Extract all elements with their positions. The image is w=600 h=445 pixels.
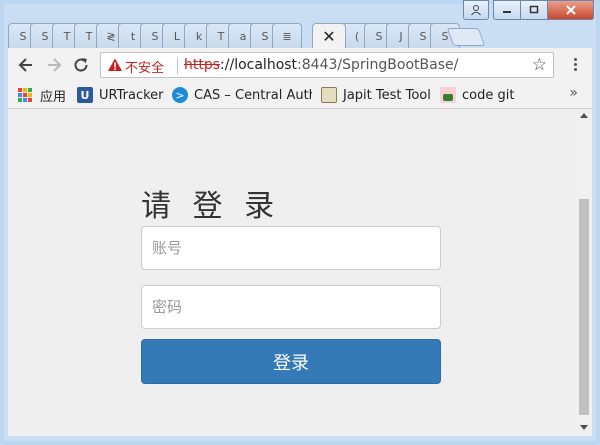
tab-strip: S S T T ≷ t S L k T a S ≣ ✕ ( S J S S bbox=[8, 20, 568, 48]
scroll-up-arrow-icon[interactable] bbox=[580, 113, 588, 118]
scroll-down-arrow-icon[interactable] bbox=[580, 425, 588, 430]
tab-label: a bbox=[239, 29, 247, 43]
tab-label: S bbox=[151, 29, 159, 43]
tab-label: T bbox=[217, 29, 225, 43]
git-icon bbox=[440, 87, 456, 103]
browser-menu-button[interactable] bbox=[568, 56, 582, 76]
tab-label: S bbox=[41, 29, 49, 43]
bookmark-label: CAS – Central Authe bbox=[194, 87, 312, 103]
not-secure-label[interactable]: 不安全 bbox=[125, 57, 164, 76]
warning-icon bbox=[108, 58, 122, 71]
address-bar[interactable]: 不安全 https://localhost:8443/SpringBootBas… bbox=[100, 52, 554, 78]
bookmark-label: Japit Test Tool bbox=[343, 87, 431, 103]
password-input[interactable] bbox=[141, 285, 441, 329]
user-icon bbox=[471, 5, 481, 16]
close-window-button[interactable] bbox=[548, 0, 594, 20]
more-bookmarks-chevron-icon[interactable]: » bbox=[569, 85, 578, 101]
bookmark-codegit[interactable]: code git bbox=[440, 86, 514, 104]
bookmark-japit[interactable]: Japit Test Tool bbox=[321, 86, 431, 104]
maximize-button[interactable] bbox=[521, 0, 548, 20]
bookmark-star-icon[interactable]: ☆ bbox=[532, 55, 547, 75]
url-host: ://localhost bbox=[220, 57, 298, 73]
user-profile-button[interactable] bbox=[463, 0, 489, 20]
tab-label: T bbox=[85, 29, 93, 43]
vertical-scrollbar[interactable] bbox=[576, 109, 592, 436]
reload-button[interactable] bbox=[71, 56, 91, 76]
browser-tab[interactable]: ≣ bbox=[272, 23, 302, 48]
japit-icon bbox=[321, 87, 337, 103]
new-tab-button[interactable] bbox=[446, 28, 486, 46]
tab-label: S bbox=[375, 29, 383, 43]
bookmark-urtracker[interactable]: U URTracker bbox=[77, 86, 164, 104]
tab-label: S bbox=[19, 29, 27, 43]
active-browser-tab[interactable]: ✕ bbox=[312, 23, 346, 48]
tab-label: k bbox=[195, 29, 203, 43]
tab-label: ≣ bbox=[282, 29, 292, 43]
login-title: 请 登 录 bbox=[141, 189, 281, 224]
caption-buttons bbox=[463, 0, 594, 20]
browser-window: S S T T ≷ t S L k T a S ≣ ✕ ( S J S S 不安… bbox=[0, 0, 600, 445]
forward-button[interactable] bbox=[44, 56, 64, 76]
tab-label: T bbox=[63, 29, 71, 43]
tab-label: t bbox=[130, 29, 136, 43]
tab-close-icon[interactable]: ✕ bbox=[322, 27, 335, 46]
bookmarks-bar: 应用 U URTracker > CAS – Central Authe Jap… bbox=[8, 82, 592, 109]
minimize-button[interactable] bbox=[493, 0, 521, 20]
tab-label: ( bbox=[354, 29, 360, 43]
back-button[interactable] bbox=[16, 56, 36, 76]
tab-label: S bbox=[419, 29, 427, 43]
close-icon bbox=[565, 5, 576, 15]
minimize-icon bbox=[503, 11, 511, 13]
page-viewport: 请 登 录 登录 bbox=[8, 109, 592, 436]
bookmark-label: 应用 bbox=[40, 89, 67, 105]
urtracker-icon: U bbox=[77, 87, 93, 103]
apps-grid-icon bbox=[18, 88, 32, 102]
tab-label: L bbox=[173, 29, 181, 43]
tab-label: ≷ bbox=[106, 29, 116, 43]
address-separator bbox=[177, 58, 178, 74]
browser-toolbar: 不安全 https://localhost:8443/SpringBootBas… bbox=[8, 48, 592, 82]
reload-icon bbox=[74, 58, 88, 72]
bookmark-label: URTracker bbox=[99, 87, 164, 103]
back-arrow-icon bbox=[18, 58, 32, 72]
login-button[interactable]: 登录 bbox=[141, 339, 441, 384]
maximize-icon bbox=[529, 5, 539, 14]
account-input[interactable] bbox=[141, 226, 441, 270]
bookmark-cas[interactable]: > CAS – Central Authe bbox=[172, 86, 312, 104]
bookmark-apps[interactable]: 应用 bbox=[18, 86, 67, 105]
cas-icon: > bbox=[172, 87, 188, 103]
scroll-thumb[interactable] bbox=[579, 199, 589, 415]
tab-label: J bbox=[399, 29, 403, 43]
bookmark-label: code git bbox=[462, 87, 515, 103]
url-scheme: https bbox=[184, 57, 221, 73]
url-path: :8443/SpringBootBase/ bbox=[297, 57, 459, 73]
url-text[interactable]: https://localhost:8443/SpringBootBase/ bbox=[184, 57, 458, 73]
forward-arrow-icon bbox=[48, 58, 62, 72]
tab-label: S bbox=[261, 29, 269, 43]
